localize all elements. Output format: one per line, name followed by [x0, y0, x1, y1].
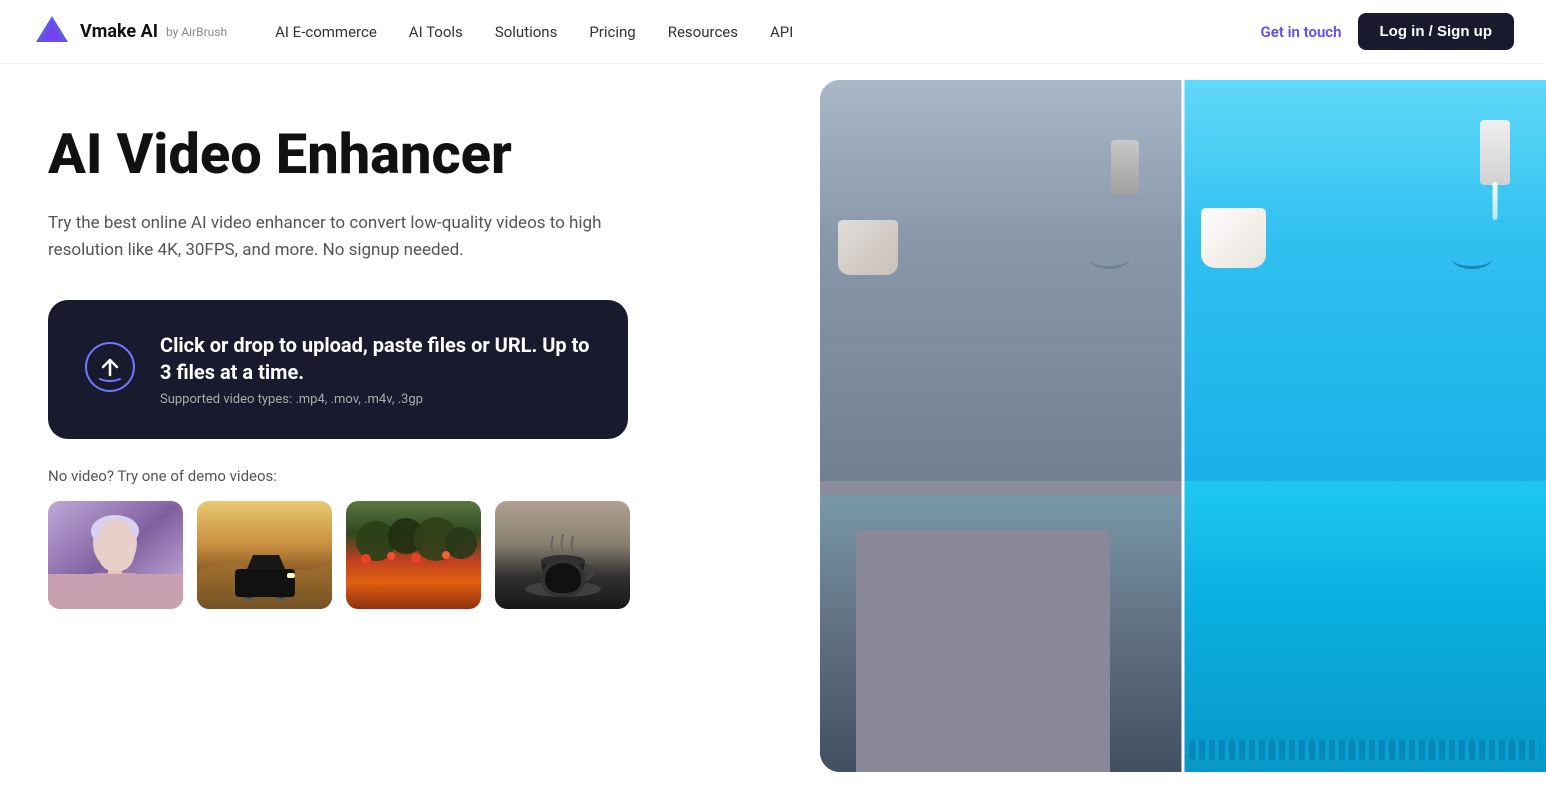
cup-after: [1201, 208, 1266, 268]
logo[interactable]: Vmake AI by AirBrush: [32, 12, 227, 52]
upload-box[interactable]: Click or drop to upload, paste files or …: [48, 300, 628, 439]
thumb-car-svg: [197, 501, 332, 609]
demo-thumb-person[interactable]: [48, 501, 183, 609]
left-panel: AI Video Enhancer Try the best online AI…: [0, 64, 820, 788]
comparison-before: [820, 80, 1183, 772]
cup-before: [838, 220, 898, 275]
demo-thumbnails: [48, 501, 772, 609]
vmake-logo-icon: [32, 12, 72, 52]
main-content: AI Video Enhancer Try the best online AI…: [0, 64, 1546, 788]
thumb-car-image: [197, 501, 332, 609]
demo-label: No video? Try one of demo videos:: [48, 467, 772, 485]
machine-top-left: [820, 80, 1183, 481]
nav-item-ai-tools[interactable]: AI Tools: [409, 23, 463, 41]
nav-item-ai-ecommerce[interactable]: AI E-commerce: [275, 23, 377, 41]
nav-item-solutions[interactable]: Solutions: [495, 23, 558, 41]
nav-item-resources[interactable]: Resources: [668, 23, 738, 41]
get-in-touch-link[interactable]: Get in touch: [1261, 23, 1342, 41]
comparison-after: [1183, 80, 1546, 772]
thumb-person-image: [48, 501, 183, 609]
thumb-landscape-svg: [346, 501, 481, 609]
thumb-coffee-svg: [495, 501, 630, 609]
upload-icon-wrap: [84, 341, 136, 397]
upload-sub-text: Supported video types: .mp4, .mov, .m4v,…: [160, 392, 592, 407]
liquid-stream: [1492, 182, 1497, 220]
comparison-container: [820, 80, 1546, 772]
nozzle-right: [1480, 120, 1510, 185]
smile-arc-left: [1089, 249, 1129, 269]
upload-text-area: Click or drop to upload, paste files or …: [160, 332, 592, 407]
hero-description: Try the best online AI video enhancer to…: [48, 210, 668, 264]
right-panel: [820, 80, 1546, 772]
machine-top-right: [1183, 80, 1546, 481]
smile-arc-right: [1452, 249, 1492, 269]
demo-thumb-coffee[interactable]: [495, 501, 630, 609]
hero-title: AI Video Enhancer: [48, 124, 772, 186]
machine-base-left: [820, 495, 1183, 772]
nav-item-api[interactable]: API: [770, 23, 793, 41]
demo-thumb-landscape[interactable]: [346, 501, 481, 609]
nav-links: AI E-commerce AI Tools Solutions Pricing…: [275, 23, 1260, 41]
thumb-person-svg: [48, 501, 183, 609]
nav-item-pricing[interactable]: Pricing: [589, 23, 635, 41]
thumb-coffee-image: [495, 501, 630, 609]
upload-main-text: Click or drop to upload, paste files or …: [160, 332, 592, 386]
upload-icon: [84, 341, 136, 393]
thumb-landscape-image: [346, 501, 481, 609]
brand-by: by AirBrush: [166, 25, 227, 39]
navbar: Vmake AI by AirBrush AI E-commerce AI To…: [0, 0, 1546, 64]
demo-thumb-car[interactable]: [197, 501, 332, 609]
nozzle-left: [1111, 140, 1139, 195]
nav-actions: Get in touch Log in / Sign up: [1261, 13, 1514, 50]
brand-name: Vmake AI: [80, 21, 158, 42]
machine-base-right: [1183, 481, 1546, 772]
comparison-divider: [1182, 80, 1185, 772]
login-button[interactable]: Log in / Sign up: [1358, 13, 1514, 50]
